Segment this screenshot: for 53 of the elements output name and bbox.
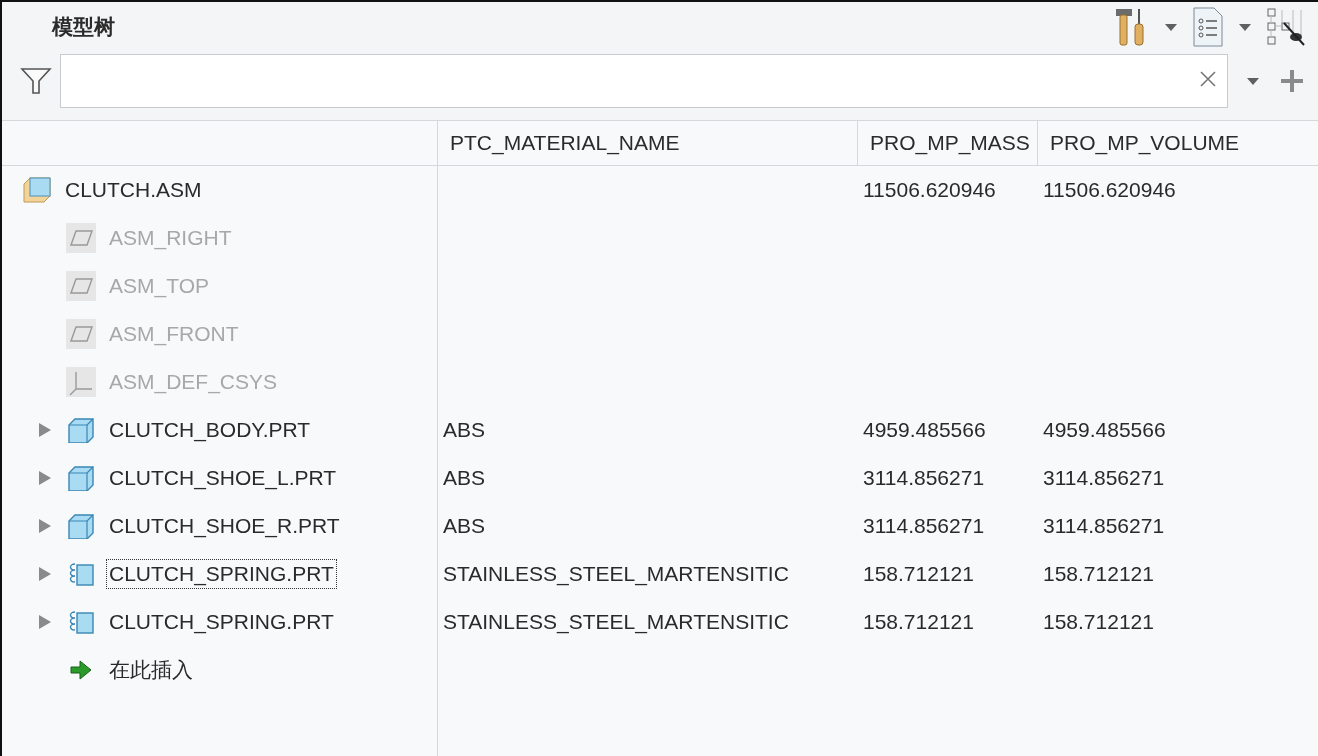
datum-plane-icon bbox=[66, 271, 96, 301]
column-header[interactable]: PRO_MP_VOLUME bbox=[1037, 121, 1318, 165]
datum-plane-icon bbox=[66, 223, 96, 253]
tree-visibility-icon[interactable] bbox=[1266, 7, 1306, 48]
add-icon[interactable] bbox=[1280, 69, 1304, 94]
panel-title: 模型树 bbox=[52, 14, 115, 41]
assembly-icon bbox=[22, 176, 52, 204]
table-cell: 3114.856271 bbox=[1043, 466, 1165, 490]
filter-field[interactable] bbox=[60, 54, 1228, 109]
coordinate-system-icon bbox=[66, 367, 96, 397]
insert-here-label[interactable]: 在此插入 bbox=[106, 653, 196, 687]
table-cell: 3114.856271 bbox=[863, 514, 985, 538]
table-cell: 4959.485566 bbox=[863, 418, 986, 442]
expand-icon[interactable] bbox=[38, 518, 52, 534]
expand-icon[interactable] bbox=[38, 470, 52, 486]
table-cell: 4959.485566 bbox=[1043, 418, 1166, 442]
datum-plane-icon bbox=[66, 319, 96, 349]
caret-icon[interactable] bbox=[1246, 76, 1260, 87]
tree-item[interactable]: CLUTCH_SHOE_R.PRT bbox=[106, 511, 343, 541]
expand-icon[interactable] bbox=[38, 614, 52, 630]
table-cell: STAINLESS_STEEL_MARTENSITIC bbox=[443, 610, 789, 634]
caret-icon[interactable] bbox=[1164, 22, 1178, 33]
table-cell: 11506.620946 bbox=[863, 178, 996, 202]
caret-icon[interactable] bbox=[1238, 22, 1252, 33]
table-cell: 3114.856271 bbox=[863, 466, 985, 490]
part-icon bbox=[67, 465, 95, 491]
column-header[interactable]: PRO_MP_MASS bbox=[857, 121, 1037, 165]
expand-icon[interactable] bbox=[38, 566, 52, 582]
table-cell: 158.712121 bbox=[1043, 562, 1154, 586]
table-cell: 3114.856271 bbox=[1043, 514, 1165, 538]
table-cell: 11506.620946 bbox=[1043, 178, 1176, 202]
tree-item[interactable]: CLUTCH_SPRING.PRT bbox=[106, 607, 337, 637]
table-cell: ABS bbox=[443, 514, 486, 538]
list-settings-icon[interactable] bbox=[1192, 7, 1224, 48]
expand-icon[interactable] bbox=[38, 422, 52, 438]
tree-item[interactable]: CLUTCH_BODY.PRT bbox=[106, 415, 314, 445]
part-icon bbox=[67, 417, 95, 443]
clear-icon[interactable] bbox=[1199, 70, 1217, 89]
table-cell: 158.712121 bbox=[863, 610, 974, 634]
tree-item[interactable]: CLUTCH.ASM bbox=[62, 175, 205, 205]
spring-part-icon bbox=[67, 609, 95, 635]
table-cell: ABS bbox=[443, 418, 486, 442]
table-cell: ABS bbox=[443, 466, 486, 490]
table-cell: STAINLESS_STEEL_MARTENSITIC bbox=[443, 562, 789, 586]
spring-part-icon bbox=[67, 561, 95, 587]
column-header[interactable]: PTC_MATERIAL_NAME bbox=[437, 121, 857, 165]
table-cell: 158.712121 bbox=[1043, 610, 1154, 634]
tree-item[interactable]: CLUTCH_SPRING.PRT bbox=[106, 559, 337, 589]
part-icon bbox=[67, 513, 95, 539]
filter-icon[interactable] bbox=[20, 66, 52, 97]
table-cell: 158.712121 bbox=[863, 562, 974, 586]
tree-item[interactable]: CLUTCH_SHOE_L.PRT bbox=[106, 463, 340, 493]
insert-arrow-icon bbox=[70, 659, 92, 681]
